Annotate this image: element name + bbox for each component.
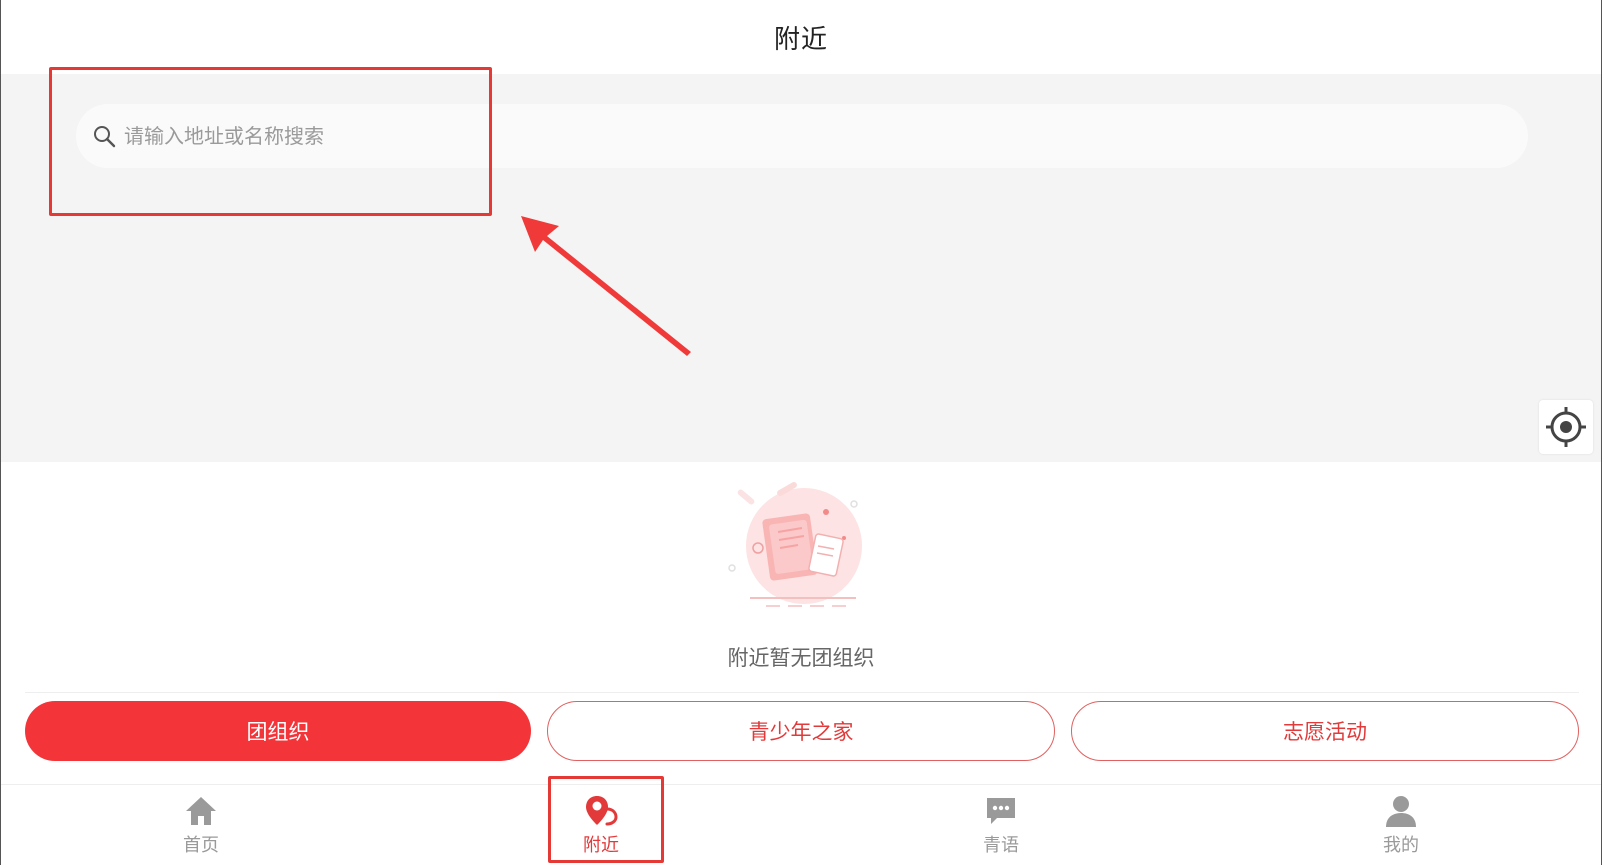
home-icon — [186, 797, 216, 825]
annotation-highlight-box — [548, 776, 664, 863]
chat-bubble-icon — [987, 798, 1015, 824]
user-icon — [1386, 796, 1416, 827]
nav-label: 青语 — [983, 835, 1019, 856]
nav-label: 我的 — [1383, 835, 1419, 856]
nav-item-messages[interactable]: 青语 — [801, 785, 1201, 865]
top-bar: 附近 — [1, 0, 1601, 74]
tab-volunteer-activity[interactable]: 志愿活动 — [1071, 701, 1579, 761]
crosshair-icon — [1546, 407, 1586, 447]
nav-item-home[interactable]: 首页 — [1, 785, 401, 865]
tab-league-organization[interactable]: 团组织 — [25, 701, 531, 761]
category-tabs: 团组织 青少年之家 志愿活动 — [25, 701, 1579, 763]
nav-label: 首页 — [183, 835, 219, 856]
bottom-nav: 首页 附近 青语 我的 — [1, 784, 1601, 865]
tab-youth-home[interactable]: 青少年之家 — [547, 701, 1055, 761]
divider — [25, 692, 1579, 693]
empty-illustration-icon — [728, 482, 862, 607]
nav-item-profile[interactable]: 我的 — [1201, 785, 1601, 865]
app-window: 附近 请输入地址或名称搜索 附近暂无团组织 团组织 青少年之家 志愿活动 首页 … — [0, 0, 1602, 865]
empty-message: 附近暂无团组织 — [727, 646, 875, 670]
page-title: 附近 — [773, 24, 828, 55]
empty-state: 附近暂无团组织 — [1, 480, 1601, 672]
locate-button[interactable] — [1539, 400, 1593, 454]
annotation-arrow-icon — [521, 216, 691, 356]
annotation-highlight-box — [49, 67, 492, 216]
